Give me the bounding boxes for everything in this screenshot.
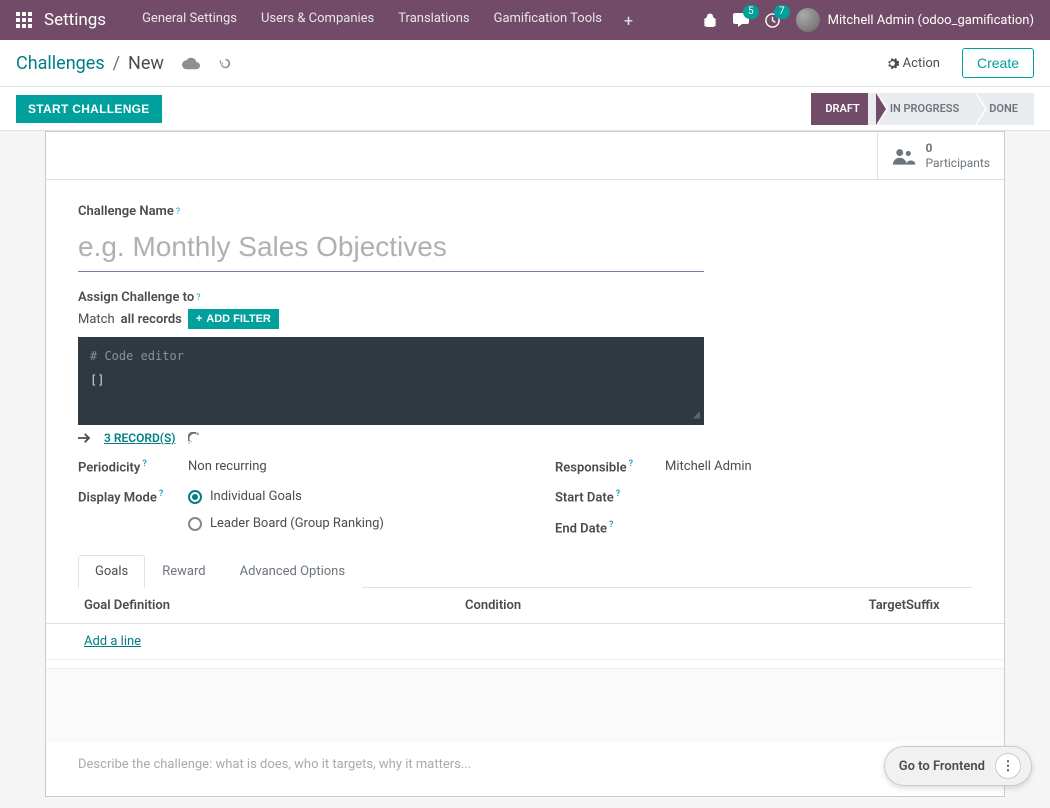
gear-icon — [886, 57, 899, 70]
kebab-icon[interactable]: ⋮ — [995, 753, 1021, 779]
responsible-label: Responsible — [555, 460, 627, 475]
col-suffix: Suffix — [906, 598, 966, 613]
code-editor[interactable]: # Code editor [] ◢ — [78, 337, 704, 425]
user-menu[interactable]: Mitchell Admin (odoo_gamification) — [796, 8, 1034, 32]
add-filter-button[interactable]: + ADD FILTER — [188, 309, 279, 329]
activities-badge: 7 — [774, 5, 790, 19]
messages-icon[interactable]: 5 — [733, 13, 749, 27]
plus-icon: + — [196, 313, 202, 325]
nav-gamification-tools[interactable]: Gamification Tools — [482, 11, 614, 30]
assign-label: Assign Challenge to — [78, 290, 194, 305]
resize-icon[interactable]: ◢ — [693, 407, 700, 421]
nav-items: General Settings Users & Companies Trans… — [130, 11, 643, 30]
control-bar: Challenges / New Action Create — [0, 40, 1050, 87]
action-label: Action — [903, 56, 940, 71]
nav-add-icon[interactable]: + — [614, 11, 643, 30]
challenge-name-help-icon[interactable]: ? — [176, 207, 180, 217]
challenge-name-input[interactable] — [78, 223, 704, 272]
status-bar: START CHALLENGE DRAFT IN PROGRESS DONE — [0, 87, 1050, 131]
arrow-right-icon — [78, 432, 92, 444]
breadcrumb-root[interactable]: Challenges — [16, 53, 105, 74]
code-value: [] — [90, 373, 692, 387]
user-name: Mitchell Admin (odoo_gamification) — [828, 13, 1034, 28]
start-challenge-button[interactable]: START CHALLENGE — [16, 95, 162, 123]
cloud-icon[interactable] — [182, 56, 200, 70]
avatar — [796, 8, 820, 32]
go-to-frontend-label: Go to Frontend — [899, 759, 985, 774]
sheet-wrap: 0 Participants Challenge Name ? Assign C… — [0, 131, 1050, 808]
code-comment: # Code editor — [90, 349, 692, 363]
nav-users-companies[interactable]: Users & Companies — [249, 11, 386, 30]
form-sheet: 0 Participants Challenge Name ? Assign C… — [45, 131, 1005, 797]
participants-count: 0 — [926, 141, 990, 155]
col-target: Target — [846, 598, 906, 613]
start-date-help-icon[interactable]: ? — [616, 489, 620, 499]
tab-goals[interactable]: Goals — [78, 555, 145, 588]
radio-leader-label: Leader Board (Group Ranking) — [210, 516, 384, 531]
responsible-help-icon[interactable]: ? — [629, 459, 633, 469]
discard-icon[interactable] — [218, 56, 233, 71]
periodicity-value[interactable]: Non recurring — [188, 459, 495, 474]
brand[interactable]: Settings — [44, 10, 106, 30]
description-placeholder: Describe the challenge: what is does, wh… — [78, 757, 972, 772]
bottom-panel — [46, 668, 1004, 743]
debug-icon[interactable] — [703, 13, 717, 27]
records-link[interactable]: 3 RECORD(S) — [104, 431, 176, 445]
challenge-name-label: Challenge Name — [78, 204, 174, 219]
goals-table: Goal Definition Condition Target Suffix … — [46, 588, 1004, 660]
periodicity-label: Periodicity — [78, 460, 140, 475]
start-date-label: Start Date — [555, 491, 614, 506]
participants-stat-button[interactable]: 0 Participants — [877, 132, 1004, 179]
col-goal-definition: Goal Definition — [84, 598, 465, 613]
tab-reward[interactable]: Reward — [145, 555, 222, 588]
radio-individual-goals[interactable]: Individual Goals — [188, 489, 495, 504]
match-all: all records — [121, 312, 182, 327]
status-steps: DRAFT IN PROGRESS DONE — [811, 87, 1034, 130]
breadcrumb-sep: / — [113, 53, 120, 74]
description-block[interactable]: Describe the challenge: what is does, wh… — [46, 743, 1004, 796]
tab-bar: Goals Reward Advanced Options — [78, 554, 972, 588]
apps-icon[interactable] — [16, 12, 32, 28]
sheet-topbar: 0 Participants — [46, 132, 1004, 180]
assign-help-icon[interactable]: ? — [196, 293, 200, 303]
add-line-link[interactable]: Add a line — [84, 634, 141, 649]
display-mode-help-icon[interactable]: ? — [159, 489, 163, 499]
create-button[interactable]: Create — [962, 48, 1034, 78]
display-mode-label: Display Mode — [78, 491, 157, 506]
messages-badge: 5 — [743, 5, 759, 19]
participants-label: Participants — [926, 156, 990, 170]
nav-right: 5 7 Mitchell Admin (odoo_gamification) — [703, 8, 1034, 32]
end-date-label: End Date — [555, 521, 607, 536]
status-draft[interactable]: DRAFT — [811, 93, 875, 125]
col-condition: Condition — [465, 598, 846, 613]
go-to-frontend-button[interactable]: Go to Frontend ⋮ — [884, 746, 1032, 786]
radio-individual-label: Individual Goals — [210, 489, 302, 504]
radio-leader-board[interactable]: Leader Board (Group Ranking) — [188, 516, 495, 531]
top-nav: Settings General Settings Users & Compan… — [0, 0, 1050, 40]
action-dropdown[interactable]: Action — [876, 50, 950, 77]
tab-advanced-options[interactable]: Advanced Options — [223, 555, 362, 588]
nav-general-settings[interactable]: General Settings — [130, 11, 249, 30]
nav-translations[interactable]: Translations — [386, 11, 481, 30]
breadcrumb: Challenges / New — [16, 53, 233, 74]
refresh-icon[interactable] — [188, 432, 201, 445]
radio-icon — [188, 490, 202, 504]
users-icon — [892, 146, 916, 166]
periodicity-help-icon[interactable]: ? — [142, 459, 146, 469]
breadcrumb-current: New — [128, 53, 164, 74]
end-date-help-icon[interactable]: ? — [609, 520, 613, 530]
activities-icon[interactable]: 7 — [765, 13, 780, 28]
match-pre: Match — [78, 312, 115, 327]
responsible-value[interactable]: Mitchell Admin — [665, 459, 972, 474]
radio-icon — [188, 517, 202, 531]
add-filter-label: ADD FILTER — [206, 313, 271, 325]
